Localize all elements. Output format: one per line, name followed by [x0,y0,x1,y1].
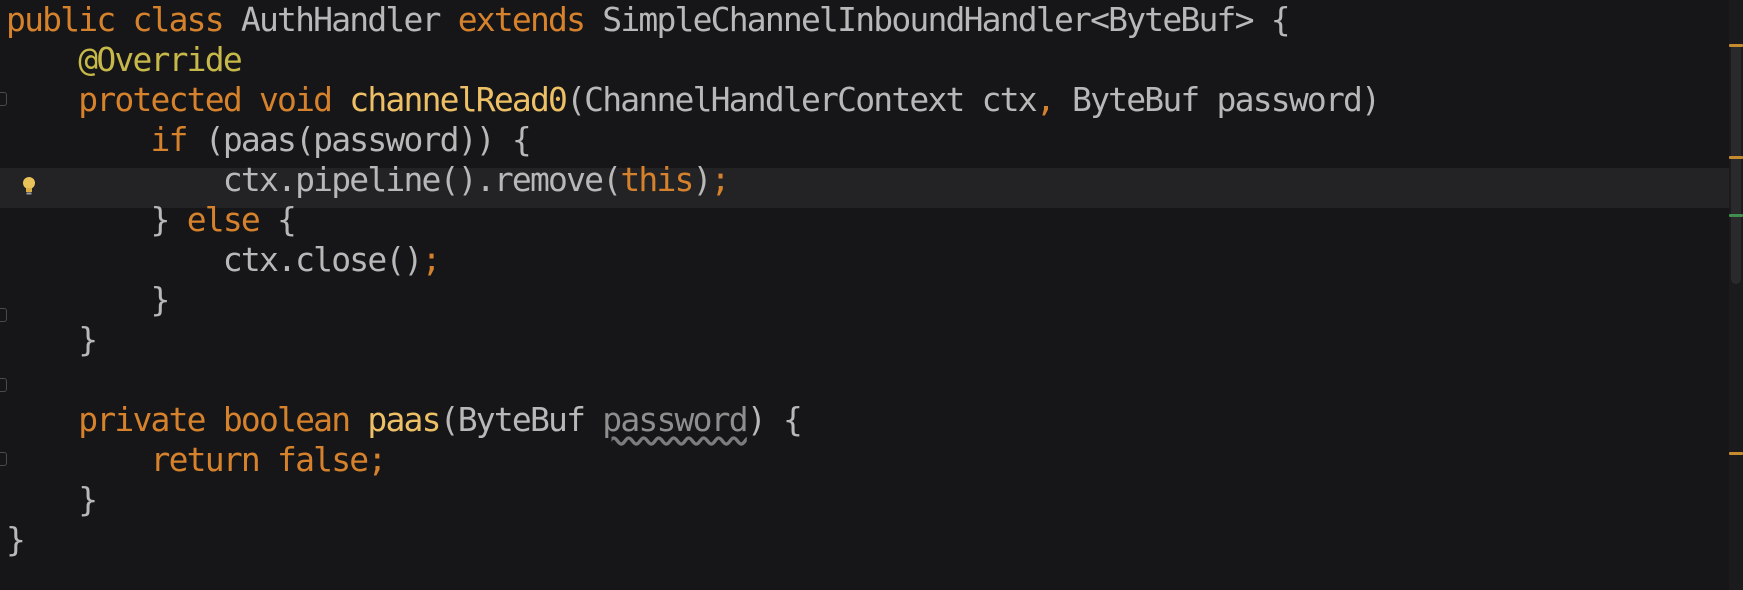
code-editor[interactable]: public class AuthHandler extends SimpleC… [0,0,1743,590]
code-token: (paas(password)) { [204,120,532,159]
code-line[interactable]: if (paas(password)) { [6,120,1379,160]
code-token: ) { [746,400,803,439]
code-token: return false; [150,440,388,479]
code-token: , [1035,80,1073,119]
code-line[interactable]: public class AuthHandler extends SimpleC… [6,0,1379,40]
code-token: ; [710,160,731,199]
code-token: } [6,200,187,239]
change-marker[interactable] [1729,214,1743,217]
code-token: ctx.close() [6,240,424,279]
error-stripe[interactable] [1729,0,1743,590]
code-content[interactable]: public class AuthHandler extends SimpleC… [6,0,1381,560]
code-line[interactable]: } [6,320,1379,360]
code-token: protected void [78,80,350,119]
code-token: password [602,400,748,439]
code-token: ; [421,240,442,279]
code-line[interactable]: protected void channelRead0(ChannelHandl… [6,80,1381,120]
code-token: } [6,280,171,319]
code-token: SimpleChannelInboundHandler<ByteBuf> { [602,0,1290,39]
code-line[interactable]: ctx.close(); [6,240,1379,280]
code-token: public class [6,0,241,39]
code-token: (ByteBuf [439,400,603,439]
warning-marker[interactable] [1729,44,1743,47]
code-token: ctx.pipeline().remove( [6,160,622,199]
code-token: } [6,480,98,519]
code-token: } [6,520,26,559]
code-token: ByteBuf password) [1072,80,1381,119]
code-line[interactable]: } [6,520,1379,560]
code-token: else [186,200,278,239]
code-line[interactable]: @Override [6,40,1379,80]
code-token: private boolean [78,400,368,439]
code-token: ) [692,160,713,199]
code-token: } [6,320,98,359]
code-line[interactable]: private boolean paas(ByteBuf password) { [6,400,1379,440]
code-token: { [277,200,297,239]
code-line[interactable] [6,360,1379,400]
code-token: @Override [78,40,242,79]
warning-marker[interactable] [1729,156,1743,159]
code-token: AuthHandler [240,0,458,39]
code-line[interactable]: ctx.pipeline().remove(this); [6,160,1379,200]
code-line[interactable]: } [6,280,1379,320]
code-token: (ChannelHandlerContext ctx [566,80,1038,119]
code-line[interactable]: return false; [6,440,1379,480]
code-token: this [620,160,694,199]
code-token: paas [367,400,441,439]
code-token: channelRead0 [349,80,568,119]
code-line[interactable]: } [6,480,1379,520]
warning-marker[interactable] [1729,452,1743,455]
code-line[interactable]: } else { [6,200,1379,240]
code-token: if [150,120,205,159]
scrollbar-thumb[interactable] [1731,44,1741,284]
code-token: extends [457,0,603,39]
